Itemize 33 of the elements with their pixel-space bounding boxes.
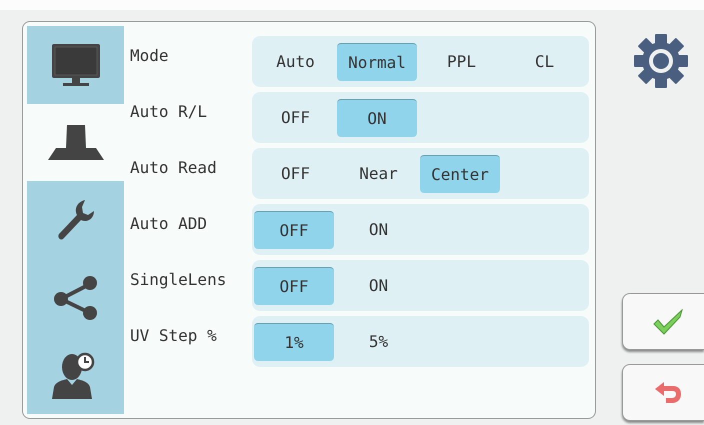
sidebar-tab[interactable] — [27, 336, 124, 414]
settings-icon — [634, 34, 688, 88]
lamp-icon — [48, 124, 104, 160]
option-button[interactable]: ON — [337, 210, 420, 248]
option-button[interactable]: OFF — [254, 154, 337, 192]
share-icon — [52, 274, 98, 321]
monitor-icon — [50, 42, 100, 87]
option-button[interactable]: 5% — [337, 322, 420, 360]
option-button[interactable]: Center — [420, 154, 500, 192]
option-button[interactable]: ON — [337, 98, 417, 136]
back-button[interactable] — [622, 364, 704, 421]
setting-label: UV Step % — [130, 325, 218, 347]
confirm-button[interactable] — [622, 293, 704, 350]
setting-label: Auto Read — [130, 157, 218, 179]
return-arrow-icon — [654, 380, 682, 404]
option-button[interactable]: PPL — [420, 42, 503, 80]
option-button[interactable]: 1% — [254, 322, 334, 360]
option-button[interactable]: CL — [503, 42, 586, 80]
sidebar-tab[interactable] — [27, 26, 124, 104]
option-button[interactable]: Auto — [254, 42, 337, 80]
checkmark-icon — [652, 308, 682, 334]
sidebar-tab[interactable] — [27, 181, 124, 259]
setting-label: Auto ADD — [130, 213, 208, 235]
option-button[interactable]: Normal — [337, 42, 417, 80]
setting-label: SingleLens — [130, 269, 228, 291]
option-button[interactable]: OFF — [254, 98, 337, 136]
setting-label: Mode — [130, 45, 170, 67]
option-button[interactable]: ON — [337, 266, 420, 304]
option-button[interactable]: OFF — [254, 210, 334, 248]
wrench-icon — [56, 198, 94, 241]
option-button[interactable]: OFF — [254, 266, 334, 304]
option-button[interactable]: Near — [337, 154, 420, 192]
setting-label: Auto R/L — [130, 101, 208, 123]
